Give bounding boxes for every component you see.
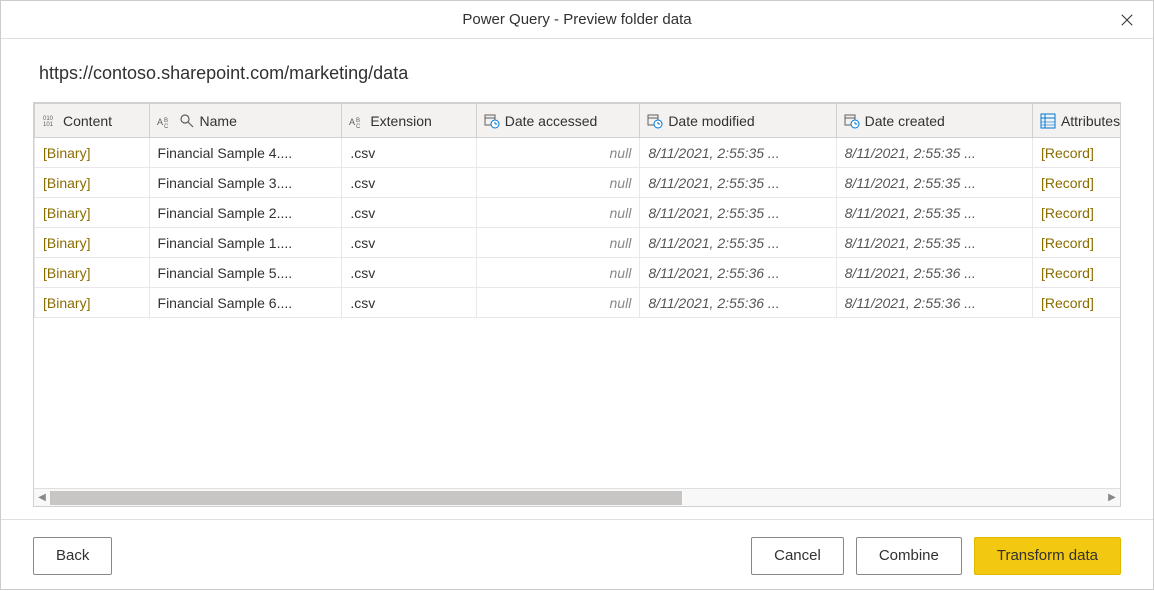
col-header-date-accessed[interactable]: Date accessed	[476, 104, 640, 138]
scroll-left-arrow-icon[interactable]: ◀	[34, 490, 50, 506]
table-cell[interactable]: .csv	[342, 168, 476, 198]
col-header-name[interactable]: ABC Name	[149, 104, 342, 138]
table-cell[interactable]: 8/11/2021, 2:55:36 ...	[640, 288, 836, 318]
table-cell[interactable]: [Record]	[1032, 258, 1120, 288]
table-cell[interactable]: null	[476, 168, 640, 198]
text-type-icon: ABC	[348, 113, 366, 129]
preview-table: 010101 Content ABC	[34, 103, 1120, 318]
transform-data-button[interactable]: Transform data	[974, 537, 1121, 575]
table-cell[interactable]: 8/11/2021, 2:55:35 ...	[836, 168, 1032, 198]
table-row[interactable]: [Binary]Financial Sample 2.....csvnull8/…	[35, 198, 1121, 228]
table-cell[interactable]: Financial Sample 6....	[149, 288, 342, 318]
table-cell[interactable]: [Record]	[1032, 198, 1120, 228]
table-cell[interactable]: 8/11/2021, 2:55:35 ...	[640, 228, 836, 258]
col-header-content[interactable]: 010101 Content	[35, 104, 150, 138]
table-row[interactable]: [Binary]Financial Sample 1.....csvnull8/…	[35, 228, 1121, 258]
col-header-date-modified[interactable]: Date modified	[640, 104, 836, 138]
table-cell[interactable]: 8/11/2021, 2:55:36 ...	[836, 258, 1032, 288]
table-row[interactable]: [Binary]Financial Sample 5.....csvnull8/…	[35, 258, 1121, 288]
table-scroll-area: 010101 Content ABC	[34, 103, 1120, 488]
back-button[interactable]: Back	[33, 537, 112, 575]
text-type-icon: ABC	[156, 113, 174, 129]
table-cell[interactable]: [Binary]	[35, 258, 150, 288]
table-cell[interactable]: [Binary]	[35, 168, 150, 198]
svg-text:A: A	[349, 117, 355, 127]
datetime-type-icon	[843, 113, 861, 129]
table-cell[interactable]: [Binary]	[35, 288, 150, 318]
table-cell[interactable]: [Record]	[1032, 288, 1120, 318]
table-cell[interactable]: Financial Sample 5....	[149, 258, 342, 288]
table-cell[interactable]: .csv	[342, 228, 476, 258]
preview-table-container: 010101 Content ABC	[33, 102, 1121, 507]
table-cell[interactable]: 8/11/2021, 2:55:36 ...	[836, 288, 1032, 318]
close-icon	[1120, 13, 1134, 27]
svg-text:C: C	[356, 124, 361, 129]
col-header-date-created[interactable]: Date created	[836, 104, 1032, 138]
table-cell[interactable]: null	[476, 138, 640, 168]
table-cell[interactable]: null	[476, 228, 640, 258]
table-cell[interactable]: .csv	[342, 288, 476, 318]
combine-button[interactable]: Combine	[856, 537, 962, 575]
table-cell[interactable]: 8/11/2021, 2:55:35 ...	[640, 138, 836, 168]
table-cell[interactable]: [Binary]	[35, 228, 150, 258]
table-cell[interactable]: [Binary]	[35, 138, 150, 168]
table-cell[interactable]: .csv	[342, 138, 476, 168]
datetime-type-icon	[646, 113, 664, 129]
key-icon	[178, 113, 196, 129]
table-cell[interactable]: Financial Sample 4....	[149, 138, 342, 168]
record-type-icon	[1039, 113, 1057, 129]
svg-text:C: C	[164, 124, 169, 129]
table-header-row: 010101 Content ABC	[35, 104, 1121, 138]
table-cell[interactable]: 8/11/2021, 2:55:35 ...	[836, 198, 1032, 228]
table-cell[interactable]: Financial Sample 3....	[149, 168, 342, 198]
table-cell[interactable]: 8/11/2021, 2:55:35 ...	[836, 138, 1032, 168]
table-cell[interactable]: null	[476, 198, 640, 228]
titlebar: Power Query - Preview folder data	[1, 1, 1153, 39]
col-header-extension[interactable]: ABC Extension	[342, 104, 476, 138]
table-cell[interactable]: Financial Sample 1....	[149, 228, 342, 258]
table-cell[interactable]: .csv	[342, 258, 476, 288]
binary-type-icon: 010101	[41, 113, 59, 129]
horizontal-scrollbar[interactable]: ◀ ▶	[34, 488, 1120, 506]
table-row[interactable]: [Binary]Financial Sample 6.....csvnull8/…	[35, 288, 1121, 318]
close-button[interactable]	[1105, 1, 1149, 39]
cancel-button[interactable]: Cancel	[751, 537, 844, 575]
table-cell[interactable]: 8/11/2021, 2:55:35 ...	[640, 198, 836, 228]
col-header-attributes[interactable]: Attributes	[1032, 104, 1120, 138]
table-cell[interactable]: [Record]	[1032, 138, 1120, 168]
table-cell[interactable]: null	[476, 258, 640, 288]
table-cell[interactable]: 8/11/2021, 2:55:35 ...	[836, 228, 1032, 258]
table-cell[interactable]: 8/11/2021, 2:55:36 ...	[640, 258, 836, 288]
table-row[interactable]: [Binary]Financial Sample 3.....csvnull8/…	[35, 168, 1121, 198]
table-cell[interactable]: Financial Sample 2....	[149, 198, 342, 228]
table-row[interactable]: [Binary]Financial Sample 4.....csvnull8/…	[35, 138, 1121, 168]
table-body: [Binary]Financial Sample 4.....csvnull8/…	[35, 138, 1121, 318]
scrollbar-thumb[interactable]	[50, 491, 682, 505]
svg-text:A: A	[157, 117, 163, 127]
table-cell[interactable]: null	[476, 288, 640, 318]
svg-text:101: 101	[43, 122, 54, 128]
dialog-footer: Back Cancel Combine Transform data	[1, 519, 1153, 591]
table-cell[interactable]: [Binary]	[35, 198, 150, 228]
dialog-content: https://contoso.sharepoint.com/marketing…	[1, 39, 1153, 519]
folder-path: https://contoso.sharepoint.com/marketing…	[33, 63, 1121, 84]
table-cell[interactable]: [Record]	[1032, 168, 1120, 198]
window-title: Power Query - Preview folder data	[462, 11, 691, 28]
table-cell[interactable]: 8/11/2021, 2:55:35 ...	[640, 168, 836, 198]
table-cell[interactable]: [Record]	[1032, 228, 1120, 258]
scroll-right-arrow-icon[interactable]: ▶	[1104, 490, 1120, 506]
table-cell[interactable]: .csv	[342, 198, 476, 228]
datetime-type-icon	[483, 113, 501, 129]
scrollbar-track[interactable]	[50, 491, 1104, 505]
